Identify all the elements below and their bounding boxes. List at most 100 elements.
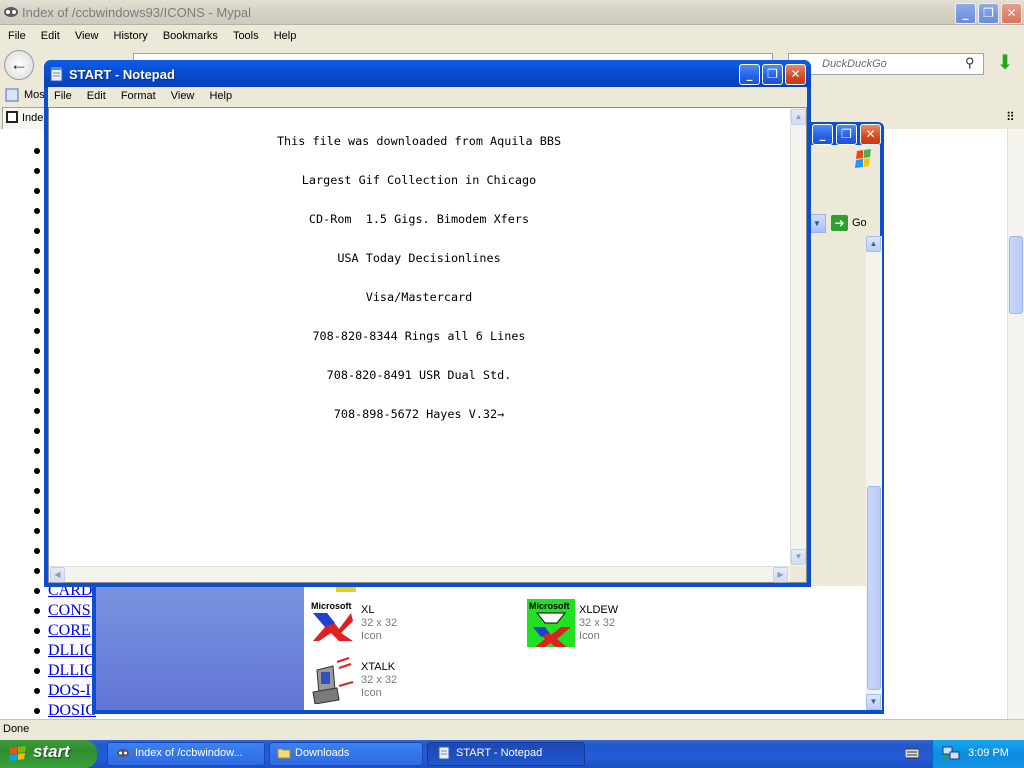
list-bullet bbox=[34, 628, 40, 634]
menu-view[interactable]: View bbox=[69, 27, 105, 42]
explorer-task-pane bbox=[96, 586, 304, 710]
notepad-menu-help[interactable]: Help bbox=[203, 87, 238, 102]
dir-link[interactable]: DOSIC bbox=[48, 702, 96, 720]
dir-link[interactable]: CORE bbox=[48, 622, 91, 640]
explorer-minimize-button[interactable]: _ bbox=[812, 124, 833, 145]
text-line: CD-Rom 1.5 Gigs. Bimodem Xfers bbox=[308, 212, 530, 226]
file-size: 32 x 32 bbox=[361, 617, 398, 629]
browser-title: Index of /ccbwindows93/ICONS - Mypal bbox=[22, 5, 252, 20]
notepad-text[interactable]: This file was downloaded from Aquila BBS… bbox=[49, 109, 789, 434]
notepad-menubar: File Edit Format View Help bbox=[48, 87, 807, 107]
file-size: 32 x 32 bbox=[579, 617, 616, 629]
notepad-menu-view[interactable]: View bbox=[165, 87, 201, 102]
excel-icon[interactable]: Microsoft bbox=[309, 599, 355, 643]
mypal-logo-icon bbox=[4, 7, 18, 17]
scroll-down-icon[interactable]: ▼ bbox=[866, 694, 881, 710]
bookmark-icon bbox=[5, 88, 19, 102]
notepad-vertical-scrollbar[interactable] bbox=[790, 108, 806, 566]
text-line: 708-820-8491 USR Dual Std. bbox=[326, 368, 512, 382]
file-name[interactable]: XTALK bbox=[361, 661, 395, 673]
notepad-close-button[interactable]: ✕ bbox=[785, 64, 806, 85]
dir-link[interactable]: CONS bbox=[48, 602, 91, 620]
menu-help[interactable]: Help bbox=[268, 27, 303, 42]
browser-maximize-button[interactable]: ❐ bbox=[978, 3, 999, 24]
browser-close-button[interactable]: ✕ bbox=[1001, 3, 1022, 24]
notepad-horizontal-scrollbar[interactable] bbox=[49, 566, 790, 582]
dir-link[interactable]: DLLIC bbox=[48, 642, 95, 660]
svg-text:Microsoft: Microsoft bbox=[529, 601, 570, 611]
tab-list-icon[interactable]: ⠿ bbox=[1006, 110, 1015, 124]
list-bullet bbox=[34, 648, 40, 654]
list-bullet bbox=[34, 548, 40, 554]
explorer-maximize-button[interactable]: ❐ bbox=[836, 124, 857, 145]
notepad-icon bbox=[438, 746, 450, 760]
list-bullet bbox=[34, 288, 40, 294]
notepad-menu-format[interactable]: Format bbox=[115, 87, 162, 102]
excel-dew-icon[interactable]: Microsoft bbox=[527, 599, 575, 647]
list-bullet bbox=[34, 208, 40, 214]
list-bullet bbox=[34, 348, 40, 354]
browser-minimize-button[interactable]: _ bbox=[955, 3, 976, 24]
network-icon[interactable] bbox=[942, 745, 960, 761]
windows-flag-icon bbox=[9, 746, 26, 761]
list-bullet bbox=[34, 608, 40, 614]
tab-label: Inde bbox=[22, 112, 44, 124]
list-bullet bbox=[34, 328, 40, 334]
list-bullet bbox=[34, 448, 40, 454]
menu-history[interactable]: History bbox=[108, 27, 154, 42]
scroll-right-icon[interactable]: ▶ bbox=[773, 567, 788, 583]
file-type: Icon bbox=[579, 630, 600, 642]
menu-tools[interactable]: Tools bbox=[227, 27, 265, 42]
notepad-menu-edit[interactable]: Edit bbox=[81, 87, 112, 102]
text-line: 708-820-8344 Rings all 6 Lines bbox=[312, 329, 526, 343]
explorer-close-button[interactable]: ✕ bbox=[860, 124, 881, 145]
xtalk-computer-icon[interactable] bbox=[309, 656, 355, 704]
list-bullet bbox=[34, 688, 40, 694]
mypal-icon bbox=[117, 749, 129, 757]
menu-bookmarks[interactable]: Bookmarks bbox=[157, 27, 224, 42]
scroll-down-icon[interactable]: ▼ bbox=[791, 549, 806, 565]
list-bullet bbox=[34, 408, 40, 414]
resize-grip-icon[interactable] bbox=[790, 566, 806, 582]
notepad-title: START - Notepad bbox=[69, 67, 175, 82]
notepad-maximize-button[interactable]: ❐ bbox=[762, 64, 783, 85]
file-name[interactable]: XL bbox=[361, 604, 374, 616]
explorer-scroll-thumb[interactable] bbox=[867, 486, 881, 690]
windows-logo-icon bbox=[855, 149, 871, 168]
download-icon[interactable]: ⬇ bbox=[991, 52, 1019, 76]
back-button[interactable]: ← bbox=[4, 50, 34, 80]
scroll-left-icon[interactable]: ◀ bbox=[50, 567, 65, 583]
scroll-up-icon[interactable]: ▲ bbox=[791, 109, 806, 125]
status-text: Done bbox=[3, 723, 30, 735]
text-line: USA Today Decisionlines bbox=[337, 251, 501, 265]
browser-scroll-thumb[interactable] bbox=[1009, 236, 1023, 314]
start-label: start bbox=[33, 742, 70, 761]
dir-link[interactable]: DOS-I bbox=[48, 682, 91, 700]
notepad-menu-file[interactable]: File bbox=[48, 87, 78, 102]
text-line: Largest Gif Collection in Chicago bbox=[301, 173, 537, 187]
list-bullet bbox=[34, 668, 40, 674]
keyboard-icon[interactable] bbox=[905, 747, 919, 759]
text-line: Visa/Mastercard bbox=[365, 290, 473, 304]
list-bullet bbox=[34, 568, 40, 574]
go-arrow-icon[interactable]: ➜ bbox=[831, 215, 848, 231]
file-name[interactable]: XLDEW bbox=[579, 604, 618, 616]
browser-statusbar bbox=[0, 719, 1024, 740]
list-bullet bbox=[34, 488, 40, 494]
browser-menubar: File Edit View History Bookmarks Tools H… bbox=[2, 27, 1022, 48]
menu-file[interactable]: File bbox=[2, 27, 32, 42]
browser-scrollbar[interactable] bbox=[1007, 129, 1024, 719]
list-bullet bbox=[34, 368, 40, 374]
clock[interactable]: 3:09 PM bbox=[968, 747, 1009, 759]
taskbar-item-label: Index of /ccbwindow... bbox=[135, 747, 243, 759]
search-icon[interactable]: ⚲ bbox=[965, 55, 975, 71]
file-type: Icon bbox=[361, 630, 382, 642]
go-button[interactable]: Go bbox=[852, 217, 867, 229]
list-bullet bbox=[34, 708, 40, 714]
list-bullet bbox=[34, 428, 40, 434]
notepad-minimize-button[interactable]: _ bbox=[739, 64, 760, 85]
file-type: Icon bbox=[361, 687, 382, 699]
menu-edit[interactable]: Edit bbox=[35, 27, 66, 42]
scroll-up-icon[interactable]: ▲ bbox=[866, 236, 881, 252]
dir-link[interactable]: DLLIC bbox=[48, 662, 95, 680]
